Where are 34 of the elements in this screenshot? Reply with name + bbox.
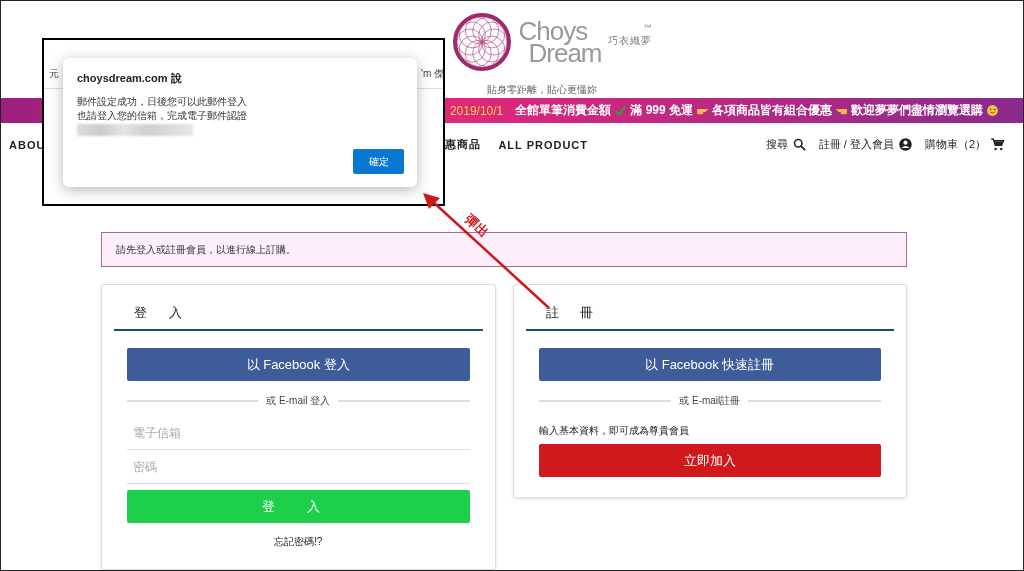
logo-chinese-name: 巧衣織夢 (607, 33, 652, 48)
dialog-message: 也請登入您的信箱，完成電子郵件認證 (77, 109, 248, 123)
promo-text: 歡迎夢夢們盡情瀏覽選購 (851, 102, 983, 120)
check-mark-icon (614, 104, 628, 118)
promo-text: 滿 999 免運 (630, 102, 693, 120)
page-text-fragment: 'm 傑 (420, 67, 443, 81)
dialog-title: choysdream.com 說 (77, 71, 183, 86)
dialog-message: 郵件設定成功，日後您可以此郵件登入 (77, 95, 248, 109)
nav-link[interactable]: ALL PRODUCT (498, 137, 589, 153)
facebook-button[interactable]: 以 Facebook 快速註冊 (538, 348, 881, 381)
promo-text: 各項商品皆有組合優惠 (712, 102, 832, 120)
page-text-fragment: 元 (49, 67, 59, 81)
user-icon (897, 137, 913, 153)
cart-icon (990, 137, 1005, 153)
forgot-password-link[interactable]: 忘記密碼!? (274, 535, 323, 549)
search-link[interactable]: 搜尋 (765, 137, 807, 153)
logo-tagline: 貼身零距離，貼心更懂妳 (487, 83, 597, 97)
account-link[interactable]: 註冊 / 登入會員 (818, 137, 913, 153)
search-icon (791, 137, 807, 153)
trademark-symbol: ™ (643, 22, 652, 32)
nav-link[interactable]: 惠商品 (445, 137, 482, 153)
register-note: 輸入基本資料，即可成為尊貴會員 (538, 424, 690, 438)
divider-label: 或 E-mail註冊 (679, 394, 741, 408)
card-heading: 註 冊 (525, 285, 894, 331)
promo-date: 2019/10/1 (449, 103, 504, 118)
divider-label: 或 E-mail 登入 (266, 394, 331, 408)
winking-face-icon (986, 104, 999, 118)
promo-text: 全館單筆消費金額 (515, 102, 612, 120)
dreamcatcher-logo-icon (452, 12, 513, 72)
ok-button[interactable]: 確定 (353, 149, 404, 174)
join-button[interactable]: 立即加入 (538, 444, 881, 477)
cart-link[interactable]: 購物車（2） (924, 137, 1005, 153)
facebook-button[interactable]: 以 Facebook 登入 (127, 348, 470, 381)
card-heading: 登 入 (114, 285, 483, 331)
